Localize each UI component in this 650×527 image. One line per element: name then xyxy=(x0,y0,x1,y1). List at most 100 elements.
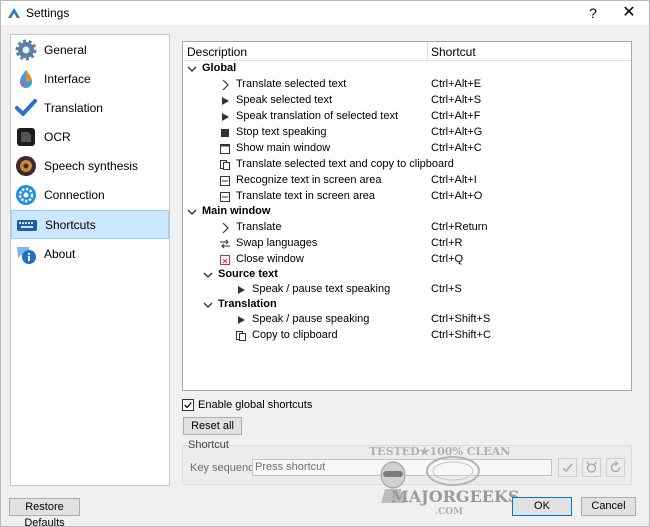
row-description: Close window xyxy=(236,253,304,265)
checkmark-icon xyxy=(15,99,37,116)
speaker-icon xyxy=(16,156,36,176)
row-shortcut: Ctrl+Shift+C xyxy=(431,329,491,341)
row-shortcut: Ctrl+Shift+S xyxy=(431,313,491,325)
sidebar-item-general[interactable]: General xyxy=(11,36,169,65)
ok-button[interactable]: OK xyxy=(512,497,572,516)
shortcuts-tree[interactable]: Description Shortcut Global Translate se… xyxy=(182,41,632,391)
watermark-line1: TESTED★100% CLEAN xyxy=(369,445,511,458)
help-button[interactable]: ? xyxy=(575,1,611,25)
sidebar-item-speech-synthesis[interactable]: Speech synthesis xyxy=(11,152,169,181)
clear-icon xyxy=(586,461,597,473)
cancel-button[interactable]: Cancel xyxy=(581,497,636,516)
group-label: Source text xyxy=(218,268,278,280)
info-icon xyxy=(17,247,36,264)
tree-header: Description Shortcut xyxy=(183,42,631,61)
row-description: Recognize text in screen area xyxy=(236,174,382,186)
group-label: Main window xyxy=(202,205,271,217)
chevron-right-icon xyxy=(222,222,229,234)
sidebar-item-label: About xyxy=(44,247,76,261)
reset-shortcut-button[interactable] xyxy=(606,458,625,477)
tree-row[interactable]: Close window Ctrl+Q xyxy=(183,252,631,268)
tree-row[interactable]: Translate selected text and copy to clip… xyxy=(183,157,631,173)
sidebar-item-about[interactable]: About xyxy=(11,240,169,269)
tree-group-translation[interactable]: Translation xyxy=(183,297,631,313)
row-shortcut: Ctrl+Return xyxy=(431,221,488,233)
row-description: Show main window xyxy=(236,142,331,154)
row-shortcut: Ctrl+Alt+E xyxy=(431,78,482,90)
title-bar: Settings ? ✕ xyxy=(1,1,649,25)
chevron-down-icon[interactable] xyxy=(187,206,197,218)
sidebar-item-shortcuts[interactable]: Shortcuts xyxy=(11,210,169,239)
row-description: Translate xyxy=(236,221,282,233)
play-icon xyxy=(222,113,229,121)
tree-row[interactable]: Copy to clipboard Ctrl+Shift+C xyxy=(183,328,631,344)
shortcut-group-title: Shortcut xyxy=(188,439,229,451)
row-description: Copy to clipboard xyxy=(252,329,338,341)
row-description: Speak translation of selected text xyxy=(236,110,399,122)
sidebar-item-interface[interactable]: Interface xyxy=(11,65,169,94)
sidebar-item-connection[interactable]: Connection xyxy=(11,181,169,210)
tree-row[interactable]: Speak selected text Ctrl+Alt+S xyxy=(183,93,631,109)
enable-global-checkbox[interactable] xyxy=(182,399,194,411)
screen-area-icon xyxy=(220,176,230,186)
tree-row[interactable]: Stop text speaking Ctrl+Alt+G xyxy=(183,125,631,141)
tree-row[interactable]: Show main window Ctrl+Alt+C xyxy=(183,141,631,157)
row-description: Speak / pause text speaking xyxy=(252,283,391,295)
row-shortcut: Ctrl+Q xyxy=(431,253,464,265)
row-shortcut: Ctrl+Alt+O xyxy=(431,190,483,202)
row-shortcut: Ctrl+R xyxy=(431,237,463,249)
column-divider[interactable] xyxy=(427,42,428,61)
window-title: Settings xyxy=(26,6,70,20)
chevron-down-icon[interactable] xyxy=(187,63,197,75)
tree-row[interactable]: Recognize text in screen area Ctrl+Alt+I xyxy=(183,173,631,189)
copy-icon xyxy=(220,160,230,170)
tree-group-source-text[interactable]: Source text xyxy=(183,267,631,283)
row-shortcut: Ctrl+Alt+F xyxy=(431,110,481,122)
tree-row[interactable]: Speak / pause speaking Ctrl+Shift+S xyxy=(183,312,631,328)
settings-window: Settings ? ✕ General Interface Translati… xyxy=(0,0,650,527)
stop-icon xyxy=(221,129,229,137)
tree-group-main-window[interactable]: Main window xyxy=(183,204,631,220)
chevron-down-icon[interactable] xyxy=(203,269,213,281)
row-shortcut: Ctrl+S xyxy=(431,283,462,295)
tree-row[interactable]: Translate selected text Ctrl+Alt+E xyxy=(183,77,631,93)
play-icon xyxy=(238,286,245,294)
accept-shortcut-button[interactable] xyxy=(558,458,577,477)
keyboard-icon xyxy=(17,220,37,231)
restore-defaults-button[interactable]: Restore Defaults xyxy=(9,498,80,527)
tree-row[interactable]: Swap languages Ctrl+R xyxy=(183,236,631,252)
majorgeeks-watermark: TESTED★100% CLEAN MAJORGEEKS .COM xyxy=(369,441,519,521)
swap-icon xyxy=(220,239,230,249)
tree-row[interactable]: Translate Ctrl+Return xyxy=(183,220,631,236)
sidebar-item-ocr[interactable]: OCR xyxy=(11,123,169,152)
tree-row[interactable]: Translate text in screen area Ctrl+Alt+O xyxy=(183,189,631,205)
close-button[interactable]: ✕ xyxy=(611,1,647,25)
row-description: Swap languages xyxy=(236,237,318,249)
row-shortcut: Ctrl+Alt+G xyxy=(431,126,483,138)
sidebar-item-translation[interactable]: Translation xyxy=(11,94,169,123)
tree-group-global[interactable]: Global xyxy=(183,61,631,77)
app-icon xyxy=(8,8,20,18)
enable-global-label[interactable]: Enable global shortcuts xyxy=(198,399,312,411)
certified-seal-icon xyxy=(426,456,480,486)
reset-icon xyxy=(610,460,621,473)
row-description: Translate selected text and copy to clip… xyxy=(236,158,454,170)
row-shortcut: Ctrl+Alt+S xyxy=(431,94,482,106)
row-description: Speak selected text xyxy=(236,94,333,106)
chevron-down-icon[interactable] xyxy=(203,299,213,311)
settings-sidebar: General Interface Translation OCR Speech… xyxy=(10,34,170,486)
row-description: Speak / pause speaking xyxy=(252,313,370,325)
sidebar-item-label: Connection xyxy=(44,188,105,202)
column-header-shortcut[interactable]: Shortcut xyxy=(431,45,476,59)
column-header-description[interactable]: Description xyxy=(187,45,247,59)
play-icon xyxy=(222,97,229,105)
reset-all-button[interactable]: Reset all xyxy=(183,417,242,435)
tree-row[interactable]: Speak / pause text speaking Ctrl+S xyxy=(183,282,631,298)
ocr-icon xyxy=(17,128,35,146)
row-shortcut: Ctrl+Alt+I xyxy=(431,174,477,186)
tree-row[interactable]: Speak translation of selected text Ctrl+… xyxy=(183,109,631,125)
group-label: Translation xyxy=(218,298,277,310)
chevron-right-icon xyxy=(222,79,229,91)
group-label: Global xyxy=(202,62,237,74)
clear-shortcut-button[interactable] xyxy=(582,458,601,477)
